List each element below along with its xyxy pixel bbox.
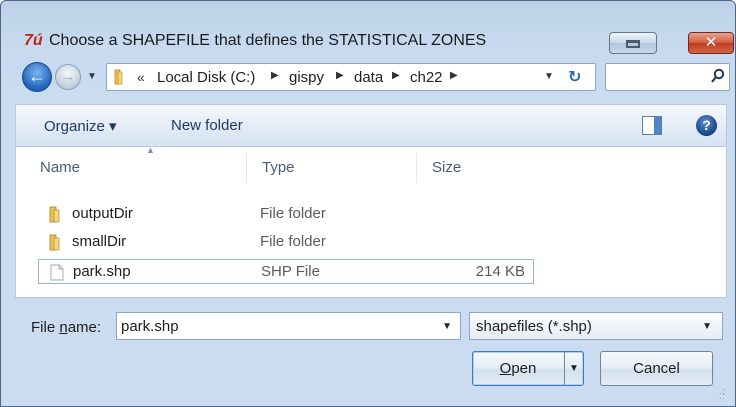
- folder-icon: [49, 206, 60, 223]
- recent-locations-button[interactable]: ▼: [84, 67, 100, 87]
- file-type-filter[interactable]: shapefiles (*.shp) ▼: [469, 312, 723, 340]
- breadcrumb-data[interactable]: data: [354, 69, 383, 86]
- title-bar: 7ú Choose a SHAPEFILE that defines the S…: [1, 1, 735, 54]
- chevron-down-icon[interactable]: ▼: [702, 321, 712, 332]
- chevron-down-icon[interactable]: ▼: [442, 321, 452, 332]
- file-size: 214 KB: [475, 263, 525, 280]
- command-toolbar: Organize ▾ New folder ?: [15, 104, 727, 146]
- folder-icon: [49, 234, 60, 251]
- folder-icon: [114, 69, 123, 85]
- breadcrumb-separator-icon[interactable]: ▶: [336, 70, 344, 81]
- file-name: smallDir: [72, 233, 127, 250]
- new-folder-button[interactable]: New folder: [171, 117, 243, 134]
- file-type: File folder: [260, 205, 326, 222]
- file-name: park.shp: [73, 263, 131, 280]
- sort-ascending-icon: ▲: [146, 145, 155, 155]
- breadcrumb-separator-icon[interactable]: ▶: [392, 70, 400, 81]
- app-icon: 7ú: [24, 32, 43, 49]
- column-header-type[interactable]: Type: [262, 159, 295, 176]
- list-item[interactable]: smallDir File folder: [38, 230, 534, 255]
- resize-grip-icon[interactable]: .:.:: [719, 387, 733, 403]
- file-open-dialog: 7ú Choose a SHAPEFILE that defines the S…: [0, 0, 736, 407]
- refresh-icon[interactable]: ↻: [568, 67, 581, 87]
- preview-pane-icon[interactable]: [642, 116, 662, 135]
- help-icon[interactable]: ?: [696, 115, 717, 136]
- address-bar[interactable]: « Local Disk (C:) ▶ gispy ▶ data ▶ ch22 …: [106, 63, 596, 91]
- minimize-button[interactable]: [609, 32, 657, 54]
- breadcrumb-local-disk[interactable]: Local Disk (C:): [157, 69, 255, 86]
- column-header-name[interactable]: Name: [40, 159, 80, 176]
- window-title: Choose a SHAPEFILE that defines the STAT…: [49, 32, 487, 49]
- open-button[interactable]: Open ▼: [472, 351, 584, 386]
- address-dropdown-icon[interactable]: ▼: [544, 71, 554, 82]
- split-divider: [564, 352, 565, 385]
- chevron-down-icon[interactable]: ▼: [569, 352, 579, 385]
- back-arrow-icon: ←: [28, 66, 46, 86]
- organize-button[interactable]: Organize ▾: [44, 117, 117, 135]
- filename-field[interactable]: park.shp ▼: [116, 312, 461, 340]
- breadcrumb-gispy[interactable]: gispy: [289, 69, 324, 86]
- cancel-button[interactable]: Cancel: [600, 351, 713, 386]
- filename-label: File name:: [31, 319, 102, 336]
- list-item[interactable]: park.shp SHP File 214 KB: [38, 259, 534, 284]
- column-divider[interactable]: [416, 153, 417, 183]
- file-name: outputDir: [72, 205, 133, 222]
- file-type: File folder: [260, 233, 326, 250]
- column-header-size[interactable]: Size: [432, 159, 461, 176]
- search-input[interactable]: [605, 63, 730, 91]
- breadcrumb-separator-icon[interactable]: ▶: [271, 70, 279, 81]
- file-list: Name ▲ Type Size outputDir File folder s…: [15, 145, 727, 298]
- open-button-label: Open: [499, 360, 537, 377]
- forward-button[interactable]: →: [55, 64, 81, 90]
- column-divider[interactable]: [246, 153, 247, 183]
- overflow-chevrons[interactable]: «: [137, 69, 145, 85]
- close-button[interactable]: ✕: [688, 32, 734, 54]
- breadcrumb-separator-icon[interactable]: ▶: [450, 70, 458, 81]
- file-icon: [50, 264, 64, 281]
- list-item[interactable]: outputDir File folder: [38, 202, 534, 227]
- minimize-icon: [626, 40, 640, 48]
- forward-arrow-icon: →: [60, 68, 76, 85]
- file-type: SHP File: [261, 263, 320, 280]
- search-icon[interactable]: [710, 68, 726, 84]
- back-button[interactable]: ←: [22, 62, 52, 92]
- breadcrumb-ch22[interactable]: ch22: [410, 69, 443, 86]
- filter-value: shapefiles (*.shp): [476, 318, 592, 335]
- filename-value[interactable]: park.shp: [121, 318, 179, 335]
